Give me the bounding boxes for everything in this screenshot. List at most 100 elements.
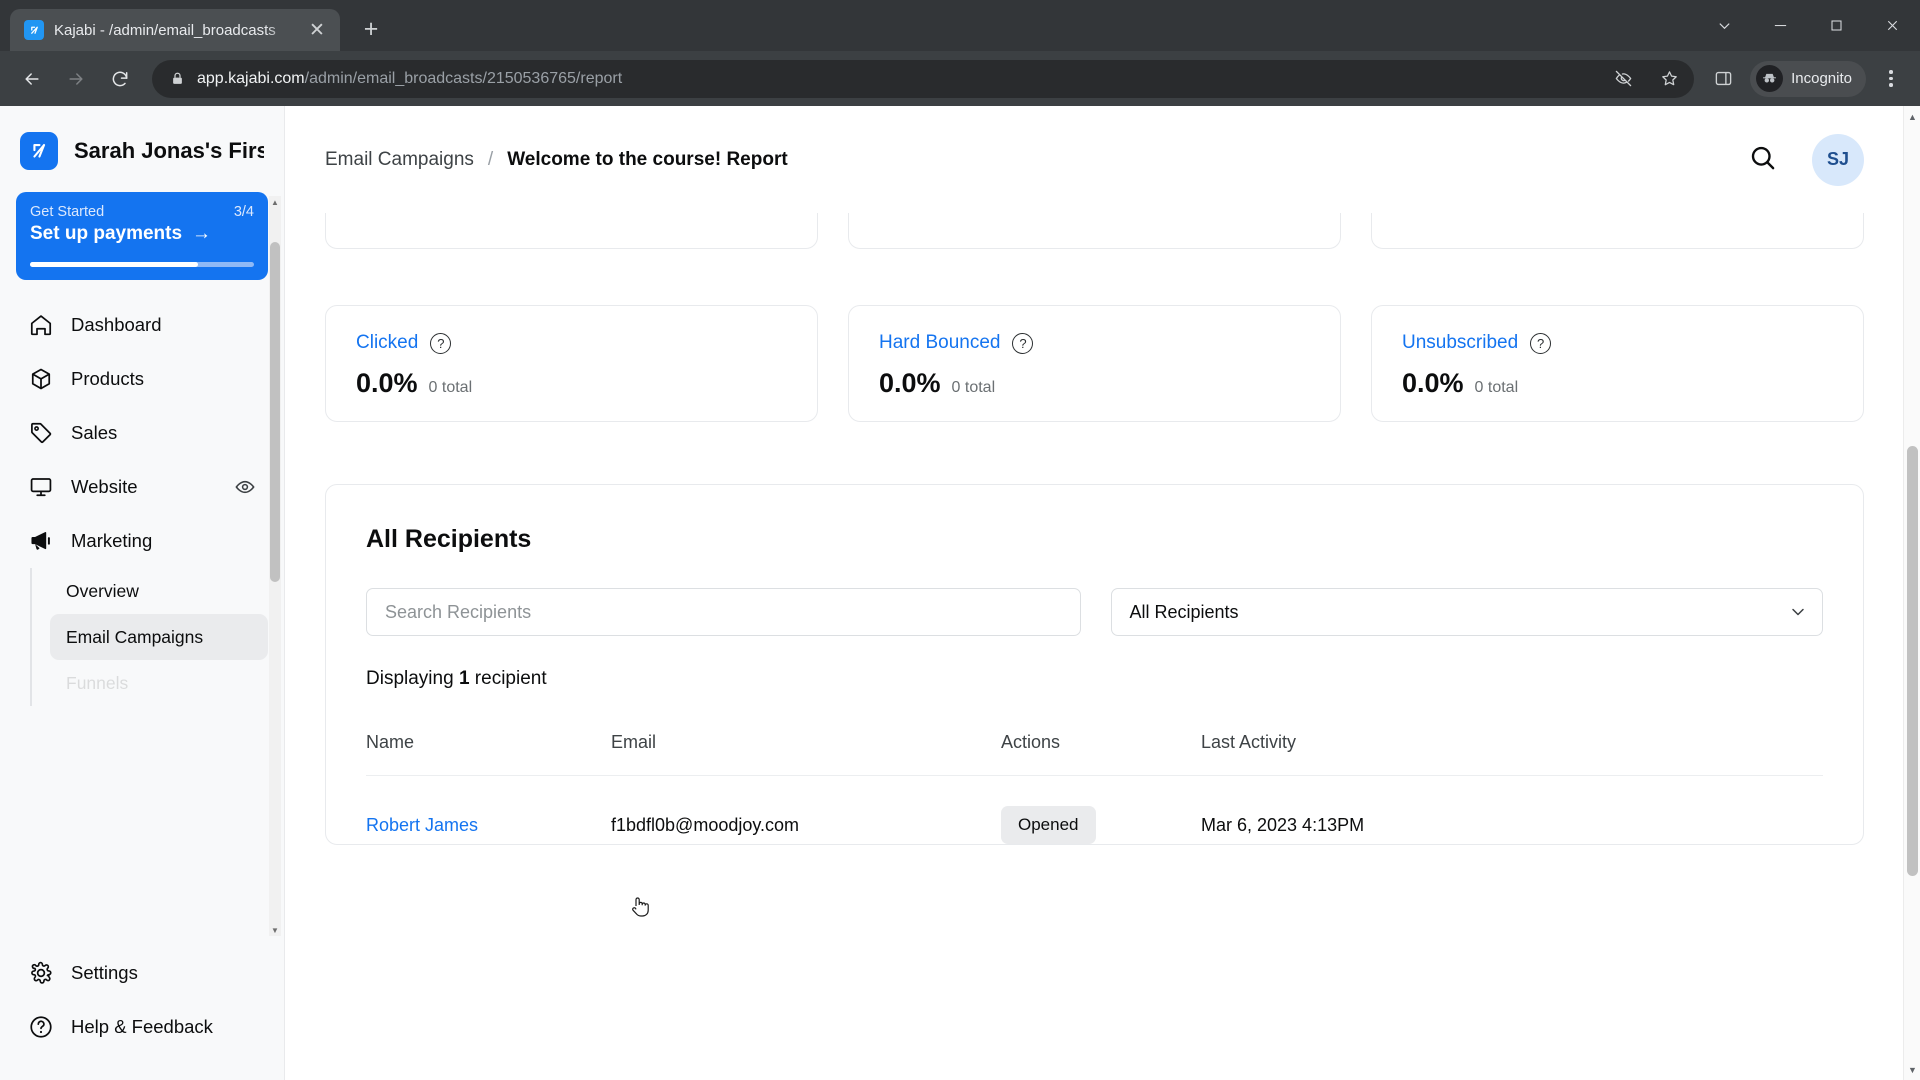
sidebar-scrollbar[interactable]: ▲ ▼ — [269, 196, 281, 936]
lock-icon — [170, 71, 185, 86]
sidebar-item-email-campaigns[interactable]: Email Campaigns — [50, 614, 268, 660]
main-area: Email Campaigns / Welcome to the course!… — [285, 106, 1920, 1080]
search-recipients-field[interactable] — [366, 588, 1081, 636]
back-button[interactable] — [12, 59, 52, 99]
sidebar-item-website[interactable]: Website — [16, 460, 268, 514]
arrow-right-icon: → — [192, 223, 212, 244]
sidebar-subitem-label: Overview — [66, 580, 139, 601]
brand-name: Sarah Jonas's First — [74, 138, 264, 163]
sidebar-item-help-feedback[interactable]: Help & Feedback — [16, 1000, 268, 1054]
megaphone-icon — [28, 528, 54, 554]
window-controls — [1696, 0, 1920, 51]
sidebar-item-products[interactable]: Products — [16, 352, 268, 406]
incognito-label: Incognito — [1791, 70, 1852, 87]
report-content: Clicked ? 0.0% 0 total Hard Bounced ? 0.… — [285, 213, 1920, 1080]
column-header-actions: Actions — [1001, 732, 1201, 776]
column-header-email: Email — [611, 732, 1001, 776]
stat-row: Clicked ? 0.0% 0 total Hard Bounced ? 0.… — [325, 305, 1864, 422]
eye-off-icon[interactable] — [1606, 62, 1640, 96]
get-started-label: Get Started — [30, 204, 105, 220]
stat-label[interactable]: Hard Bounced — [879, 332, 1000, 354]
stat-label[interactable]: Unsubscribed — [1402, 332, 1518, 354]
sidebar-item-label: Products — [71, 368, 145, 389]
stat-percent: 0.0% — [879, 368, 941, 398]
scroll-down-icon[interactable]: ▼ — [1904, 1061, 1920, 1078]
sidebar-item-label: Dashboard — [71, 314, 162, 335]
box-icon — [28, 366, 54, 392]
recipient-name-link[interactable]: Robert James — [366, 815, 478, 835]
all-recipients-panel: All Recipients All Recipients Displayi — [325, 484, 1864, 845]
scrollbar-thumb[interactable] — [1907, 446, 1918, 876]
displaying-count: 1 — [458, 668, 470, 689]
tag-icon — [28, 420, 54, 446]
stat-label[interactable]: Clicked — [356, 332, 418, 354]
recipients-table: Name Email Actions Last Activity Robert … — [366, 732, 1823, 844]
brand-header[interactable]: Sarah Jonas's First — [0, 106, 284, 192]
sidebar-item-label: Settings — [71, 962, 138, 983]
url-text: app.kajabi.com/admin/email_broadcasts/21… — [197, 70, 1594, 88]
cell-last-activity: Mar 6, 2023 4:13PM — [1201, 814, 1365, 835]
kajabi-logo — [20, 132, 58, 170]
status-badge: Opened — [1001, 806, 1096, 844]
help-icon[interactable]: ? — [1012, 332, 1034, 354]
page-scrollbar[interactable]: ▲ ▼ — [1903, 106, 1920, 1080]
column-header-name: Name — [366, 732, 611, 776]
sidebar-item-overview[interactable]: Overview — [50, 568, 268, 614]
reload-button[interactable] — [100, 59, 140, 99]
star-icon[interactable] — [1652, 62, 1686, 96]
close-icon[interactable]: ✕ — [304, 17, 330, 43]
chevron-down-icon[interactable] — [1696, 0, 1752, 51]
sidebar-item-sales[interactable]: Sales — [16, 406, 268, 460]
stat-card-clicked: Clicked ? 0.0% 0 total — [325, 305, 818, 422]
url-path: /admin/email_broadcasts/2150536765/repor… — [304, 69, 623, 87]
help-icon[interactable]: ? — [1530, 332, 1552, 354]
sidebar-item-dashboard[interactable]: Dashboard — [16, 298, 268, 352]
sidebar-item-funnels[interactable]: Funnels — [50, 660, 268, 706]
scroll-down-icon[interactable]: ▼ — [269, 924, 281, 936]
stat-total: 0 total — [1474, 379, 1519, 396]
window-close-button[interactable] — [1864, 0, 1920, 51]
column-header-last-activity: Last Activity — [1201, 732, 1823, 776]
sidebar-item-marketing[interactable]: Marketing — [16, 514, 268, 568]
search-icon[interactable] — [1748, 143, 1782, 177]
breadcrumb-separator: / — [487, 148, 494, 170]
get-started-card[interactable]: Get Started 3/4 Set up payments → — [16, 192, 268, 280]
stat-card-unsubscribed: Unsubscribed ? 0.0% 0 total — [1371, 305, 1864, 422]
marketing-subnav: Overview Email Campaigns Funnels — [30, 568, 268, 706]
new-tab-button[interactable]: + — [352, 10, 390, 48]
stat-total: 0 total — [428, 379, 473, 396]
avatar[interactable]: SJ — [1812, 133, 1864, 186]
gear-icon — [28, 960, 54, 986]
get-started-progress — [30, 262, 254, 267]
scroll-up-icon[interactable]: ▲ — [1904, 108, 1920, 125]
monitor-icon — [28, 474, 54, 500]
address-bar[interactable]: app.kajabi.com/admin/email_broadcasts/21… — [152, 59, 1695, 98]
kebab-dot — [1889, 76, 1893, 81]
tab-strip: Kajabi - /admin/email_broadcasts ✕ + — [0, 0, 1920, 51]
sidebar-footer: Settings Help & Feedback — [0, 940, 284, 1080]
breadcrumb-parent[interactable]: Email Campaigns — [325, 149, 474, 171]
side-panel-icon[interactable] — [1706, 62, 1740, 96]
stat-card-hard-bounced: Hard Bounced ? 0.0% 0 total — [848, 305, 1341, 422]
displaying-suffix: recipient — [469, 668, 547, 689]
scroll-up-icon[interactable]: ▲ — [269, 196, 281, 208]
stat-card-clipped — [1371, 213, 1864, 249]
cell-email: f1bdfl0b@moodjoy.com — [611, 814, 800, 835]
kebab-dot — [1889, 83, 1893, 87]
eye-icon[interactable] — [234, 476, 256, 498]
scrollbar-thumb[interactable] — [270, 242, 280, 582]
minimize-button[interactable] — [1752, 0, 1808, 51]
browser-tab[interactable]: Kajabi - /admin/email_broadcasts ✕ — [10, 9, 340, 51]
breadcrumb-current: Welcome to the course! Report — [507, 148, 788, 170]
displaying-prefix: Displaying — [366, 668, 459, 689]
recipients-filter-select[interactable]: All Recipients — [1110, 588, 1823, 636]
maximize-button[interactable] — [1808, 0, 1864, 51]
table-row: Robert James f1bdfl0b@moodjoy.com Opened… — [366, 776, 1823, 844]
browser-menu-button[interactable] — [1874, 62, 1908, 96]
help-icon[interactable]: ? — [430, 332, 452, 354]
forward-button[interactable] — [56, 59, 96, 99]
incognito-indicator[interactable]: Incognito — [1750, 60, 1866, 97]
search-input[interactable] — [385, 601, 1062, 623]
question-circle-icon — [28, 1014, 54, 1040]
sidebar-item-settings[interactable]: Settings — [16, 946, 268, 1000]
